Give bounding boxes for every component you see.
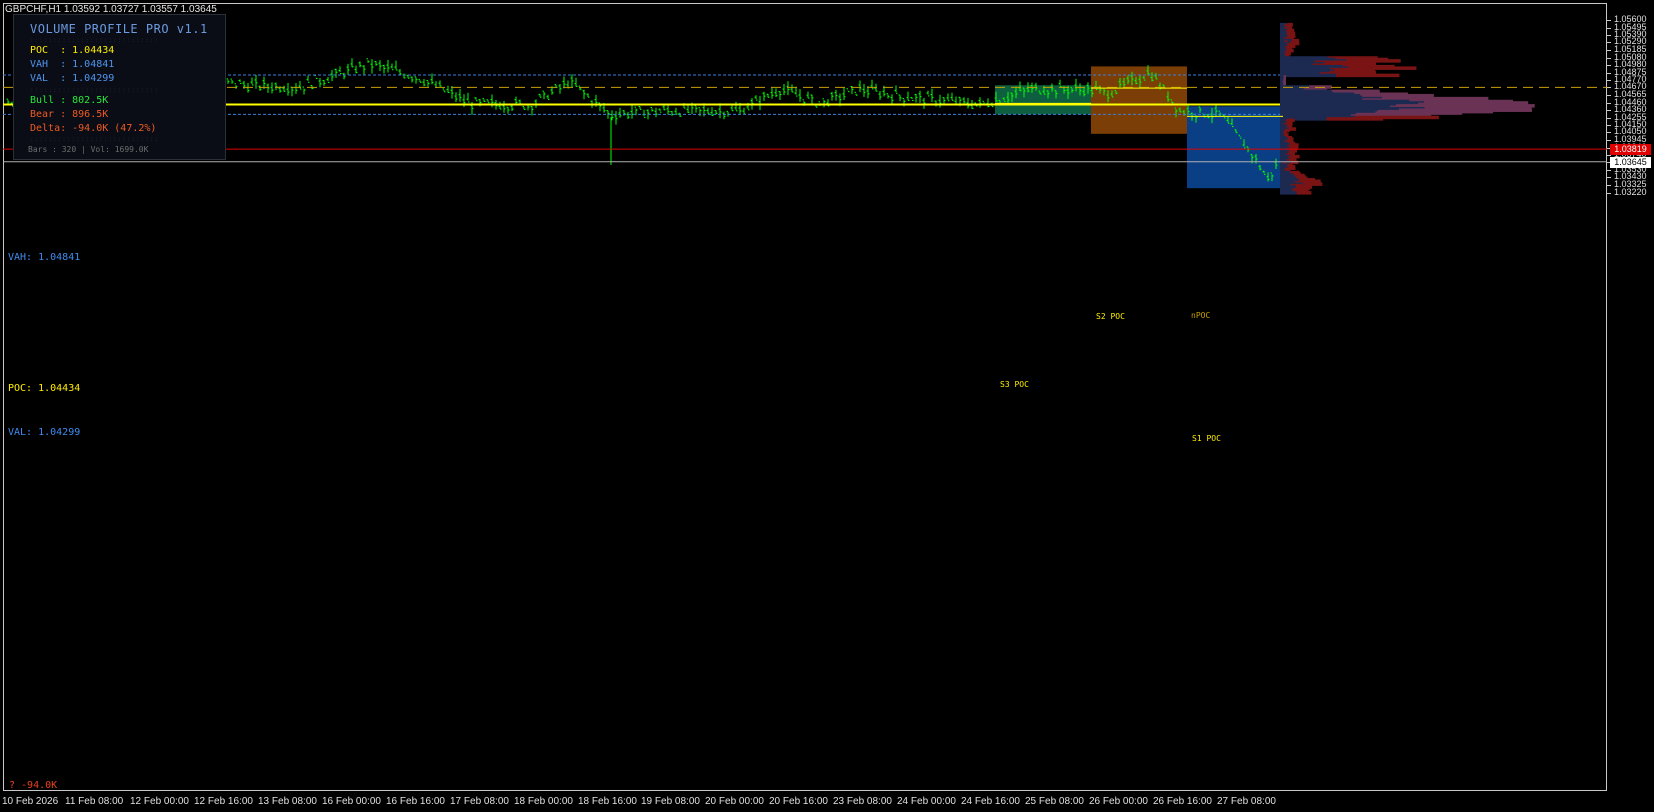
time-tick: 11 Feb 08:00 [65, 796, 124, 807]
price-tick-mark [1607, 102, 1611, 104]
last-price-badge: 1.03645 [1610, 156, 1651, 168]
bid-price-badge: 1.03819 [1610, 144, 1651, 156]
price-tick-mark [1607, 72, 1611, 74]
bear-volume-bar [1336, 73, 1400, 78]
price-tick-mark [1607, 87, 1611, 89]
time-tick: 16 Feb 00:00 [322, 796, 381, 807]
bull-volume-bar [1280, 73, 1337, 78]
panel-divider: :::::::::::::::::::::::::::: [30, 37, 160, 44]
price-tick-mark [1607, 177, 1611, 179]
time-tick: 18 Feb 00:00 [514, 796, 573, 807]
s1-poc-label: S1 POC [1192, 434, 1221, 443]
time-tick: 20 Feb 00:00 [705, 796, 764, 807]
price-chart[interactable] [0, 0, 1654, 812]
price-tick-mark [1607, 57, 1611, 59]
panel-poc: POC : 1.04434 [30, 45, 115, 56]
session-boxes [995, 66, 1283, 189]
panel-bear: Bear : 896.5K [30, 109, 109, 120]
price-tick-mark [1607, 95, 1611, 97]
price-tick-mark [1607, 20, 1611, 21]
panel-val: VAL : 1.04299 [30, 73, 115, 84]
npoc-label: nPOC [1191, 311, 1211, 320]
time-tick: 20 Feb 16:00 [769, 796, 828, 807]
panel-divider: :::::::::::::::::::::::::::: [30, 136, 160, 143]
price-tick: 1.03220 [1614, 186, 1647, 197]
time-tick: 24 Feb 00:00 [897, 796, 956, 807]
time-tick: 26 Feb 16:00 [1153, 796, 1212, 807]
volume-profile [1280, 22, 1535, 195]
price-tick-mark [1607, 50, 1611, 52]
s2-poc-label: S2 POC [1096, 312, 1125, 321]
time-tick: 27 Feb 08:00 [1217, 796, 1276, 807]
panel-delta: Delta: -94.0K (47.2%) [30, 123, 157, 134]
panel-footer: Bars : 320 | Vol: 1699.0K [28, 145, 149, 154]
session-2-box [1091, 66, 1187, 134]
poc-label: POC: 1.04434 [8, 383, 81, 394]
val-label: VAL: 1.04299 [8, 427, 81, 438]
price-tick-mark [1607, 80, 1611, 82]
time-tick: 12 Feb 16:00 [194, 796, 253, 807]
price-tick-mark [1607, 109, 1611, 111]
time-tick: 26 Feb 00:00 [1089, 796, 1148, 807]
price-tick-mark [1607, 192, 1611, 194]
bear-volume-bar [1288, 127, 1297, 131]
price-tick-mark [1607, 117, 1611, 119]
panel-divider: :::::::::::::::::::::::::::: [30, 87, 160, 94]
price-tick-mark [1607, 125, 1611, 127]
volume-profile-panel: VOLUME PROFILE PRO v1.1 ::::::::::::::::… [13, 14, 226, 160]
bear-volume-bar [1326, 117, 1384, 121]
time-tick: 24 Feb 16:00 [961, 796, 1020, 807]
price-tick-mark [1607, 35, 1611, 37]
bull-volume-bar [1280, 191, 1297, 195]
panel-title: VOLUME PROFILE PRO v1.1 [30, 22, 208, 36]
time-tick: 13 Feb 08:00 [258, 796, 317, 807]
delta-readout: ? -94.0K [9, 780, 58, 791]
vah-label: VAH: 1.04841 [8, 252, 81, 263]
time-tick: 17 Feb 08:00 [450, 796, 509, 807]
price-tick-mark [1607, 132, 1611, 134]
time-tick: 12 Feb 00:00 [130, 796, 189, 807]
price-tick-mark [1607, 27, 1611, 29]
panel-bull: Bull : 802.5K [30, 95, 109, 106]
s3-poc-label: S3 POC [1000, 380, 1029, 389]
time-tick: 25 Feb 08:00 [1025, 796, 1084, 807]
time-tick: 23 Feb 08:00 [833, 796, 892, 807]
session-1-box [1187, 106, 1283, 189]
bear-volume-bar [1296, 191, 1312, 195]
price-tick-mark [1607, 170, 1611, 172]
time-tick: 10 Feb 2026 [2, 796, 59, 807]
price-tick-mark [1607, 139, 1611, 141]
panel-vah: VAH : 1.04841 [30, 59, 115, 70]
price-tick-mark [1607, 64, 1611, 66]
price-tick-mark [1607, 42, 1611, 44]
time-tick: 19 Feb 08:00 [641, 796, 700, 807]
time-tick: 18 Feb 16:00 [578, 796, 637, 807]
price-tick-mark [1607, 184, 1611, 186]
time-tick: 16 Feb 16:00 [386, 796, 445, 807]
